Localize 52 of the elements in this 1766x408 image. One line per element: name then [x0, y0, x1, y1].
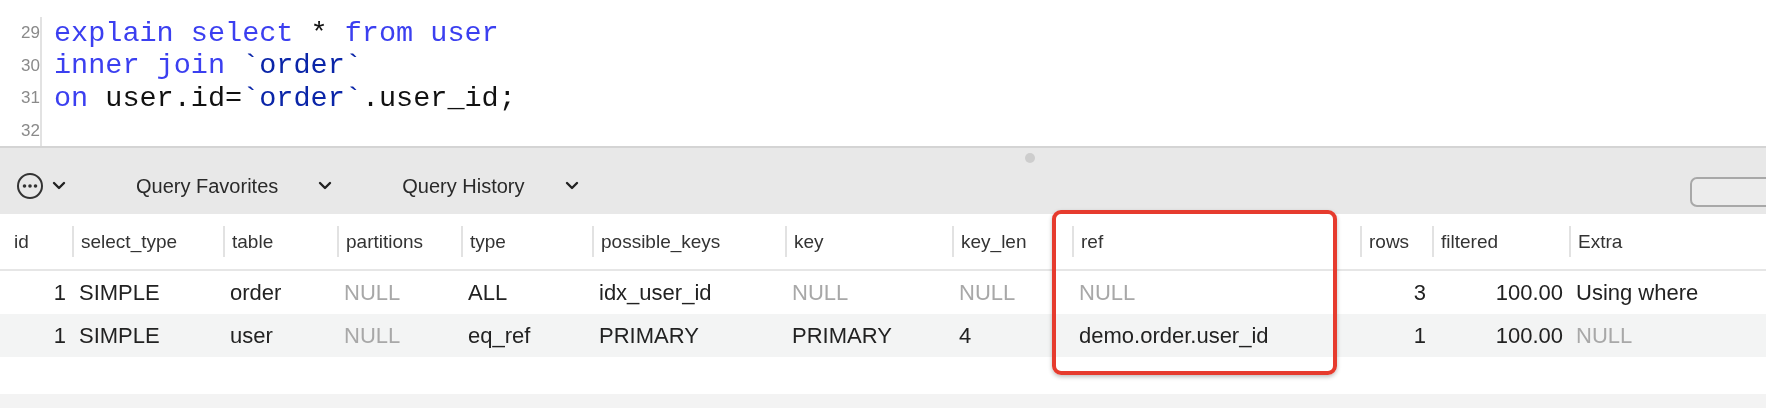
table-cell-text: idx_user_id: [598, 278, 713, 307]
table-cell-text: 4: [958, 321, 973, 350]
table-cell-text: PRIMARY: [598, 321, 700, 350]
code-line: on user.id=`order`.user_id;: [53, 81, 516, 115]
table-cell-text: NULL: [1575, 321, 1634, 350]
line-number: 32: [20, 120, 40, 141]
table-cell-text: 1: [1412, 321, 1427, 350]
table-cell-text: ALL: [467, 278, 509, 307]
ellipsis-circle-icon: [16, 172, 44, 200]
chevron-down-icon: [52, 181, 66, 191]
table-cell-text: 100.00: [1494, 278, 1564, 307]
table-cell-text: user: [229, 321, 274, 350]
line-number: 31: [20, 88, 40, 109]
table-cell-text: order: [229, 278, 283, 307]
table-cell-text: 1: [52, 278, 67, 307]
resize-handle[interactable]: [1025, 153, 1035, 163]
dropdown-menu[interactable]: Query History: [402, 174, 579, 198]
chevron-down-icon: [564, 181, 579, 191]
table-cell-text: NULL: [343, 321, 402, 350]
table-cell-text: NULL: [958, 278, 1017, 307]
column-header[interactable]: partitions: [337, 226, 461, 257]
table-cell-text: demo.order.user_id: [1078, 321, 1270, 350]
column-header[interactable]: filtered: [1432, 226, 1569, 257]
table-cell-text: NULL: [1078, 278, 1137, 307]
column-header[interactable]: select_type: [72, 226, 223, 257]
line-number: 30: [20, 55, 40, 76]
column-header[interactable]: table: [223, 226, 337, 257]
table-cell-text: eq_ref: [467, 321, 532, 350]
code-line: inner join `order`: [53, 49, 362, 83]
column-header[interactable]: key: [785, 226, 952, 257]
column-header[interactable]: ref: [1072, 226, 1360, 257]
dropdown-menu[interactable]: Query Favorites: [136, 174, 333, 198]
column-header[interactable]: possible_keys: [592, 226, 785, 257]
column-header[interactable]: type: [461, 226, 592, 257]
chevron-down-icon: [318, 181, 333, 191]
table-cell-text: NULL: [791, 278, 850, 307]
table-cell-text: NULL: [343, 278, 402, 307]
column-header[interactable]: Extra: [1569, 226, 1766, 257]
column-header[interactable]: key_len: [952, 226, 1072, 257]
column-header[interactable]: rows: [1360, 226, 1432, 257]
table-cell-text: PRIMARY: [791, 321, 893, 350]
column-header[interactable]: id: [0, 226, 72, 257]
more-menu-button[interactable]: [16, 172, 66, 200]
line-number: 29: [20, 23, 40, 44]
table-cell-text: 1: [52, 321, 67, 350]
table-cell-text: Using where: [1575, 278, 1700, 307]
table-cell-text: 3: [1412, 278, 1427, 307]
search-field[interactable]: [1690, 177, 1766, 207]
code-line: explain select * from user: [53, 16, 499, 50]
table-cell-text: SIMPLE: [78, 278, 161, 307]
table-cell-text: SIMPLE: [78, 321, 161, 350]
table-cell-text: 100.00: [1494, 321, 1564, 350]
